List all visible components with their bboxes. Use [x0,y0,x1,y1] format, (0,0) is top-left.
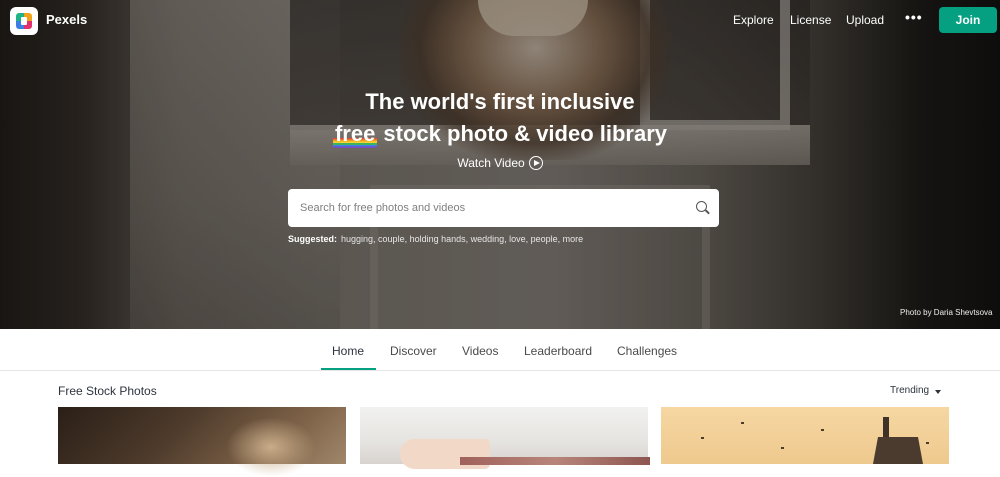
hero-banner: Pexels Explore License Upload ••• Join T… [0,0,1000,329]
chevron-down-icon[interactable] [935,390,941,394]
more-menu-icon[interactable]: ••• [905,10,923,24]
headline-line-2: free stock photo & video library [0,118,1000,150]
search-icon[interactable] [696,201,707,212]
photo-card[interactable] [360,407,650,469]
watch-video-link[interactable]: Watch Video [0,156,1000,170]
suggested-searches: Suggested: hugging, couple, holding hands… [288,234,584,244]
section-tabs: Home Discover Videos Leaderboard Challen… [0,329,1000,371]
tab-videos[interactable]: Videos [462,344,498,358]
active-tab-indicator [321,368,376,370]
suggested-tags[interactable]: hugging, couple, holding hands, wedding,… [341,234,583,244]
join-button[interactable]: Join [939,7,997,33]
tab-leaderboard[interactable]: Leaderboard [524,344,592,358]
nav-explore-link[interactable]: Explore [733,13,774,27]
nav-license-link[interactable]: License [790,13,831,27]
search-bar [288,189,719,227]
tab-home[interactable]: Home [332,344,364,358]
top-navbar: Pexels Explore License Upload ••• Join [0,0,1000,42]
pexels-logo-icon[interactable] [10,7,38,35]
search-input[interactable] [288,189,678,227]
play-circle-icon [528,156,543,170]
photo-credit[interactable]: Photo by Daria Shevtsova [900,308,993,317]
sort-dropdown[interactable]: Trending [890,385,929,396]
free-highlight: free [332,118,378,150]
headline-line-1: The world's first inclusive [365,89,635,114]
brand-name[interactable]: Pexels [46,12,87,27]
tab-challenges[interactable]: Challenges [617,344,677,358]
photo-card[interactable] [661,407,949,464]
tab-discover[interactable]: Discover [390,344,437,358]
nav-upload-link[interactable]: Upload [846,13,884,27]
photo-card[interactable] [58,407,346,477]
feed-title: Free Stock Photos [58,384,157,398]
